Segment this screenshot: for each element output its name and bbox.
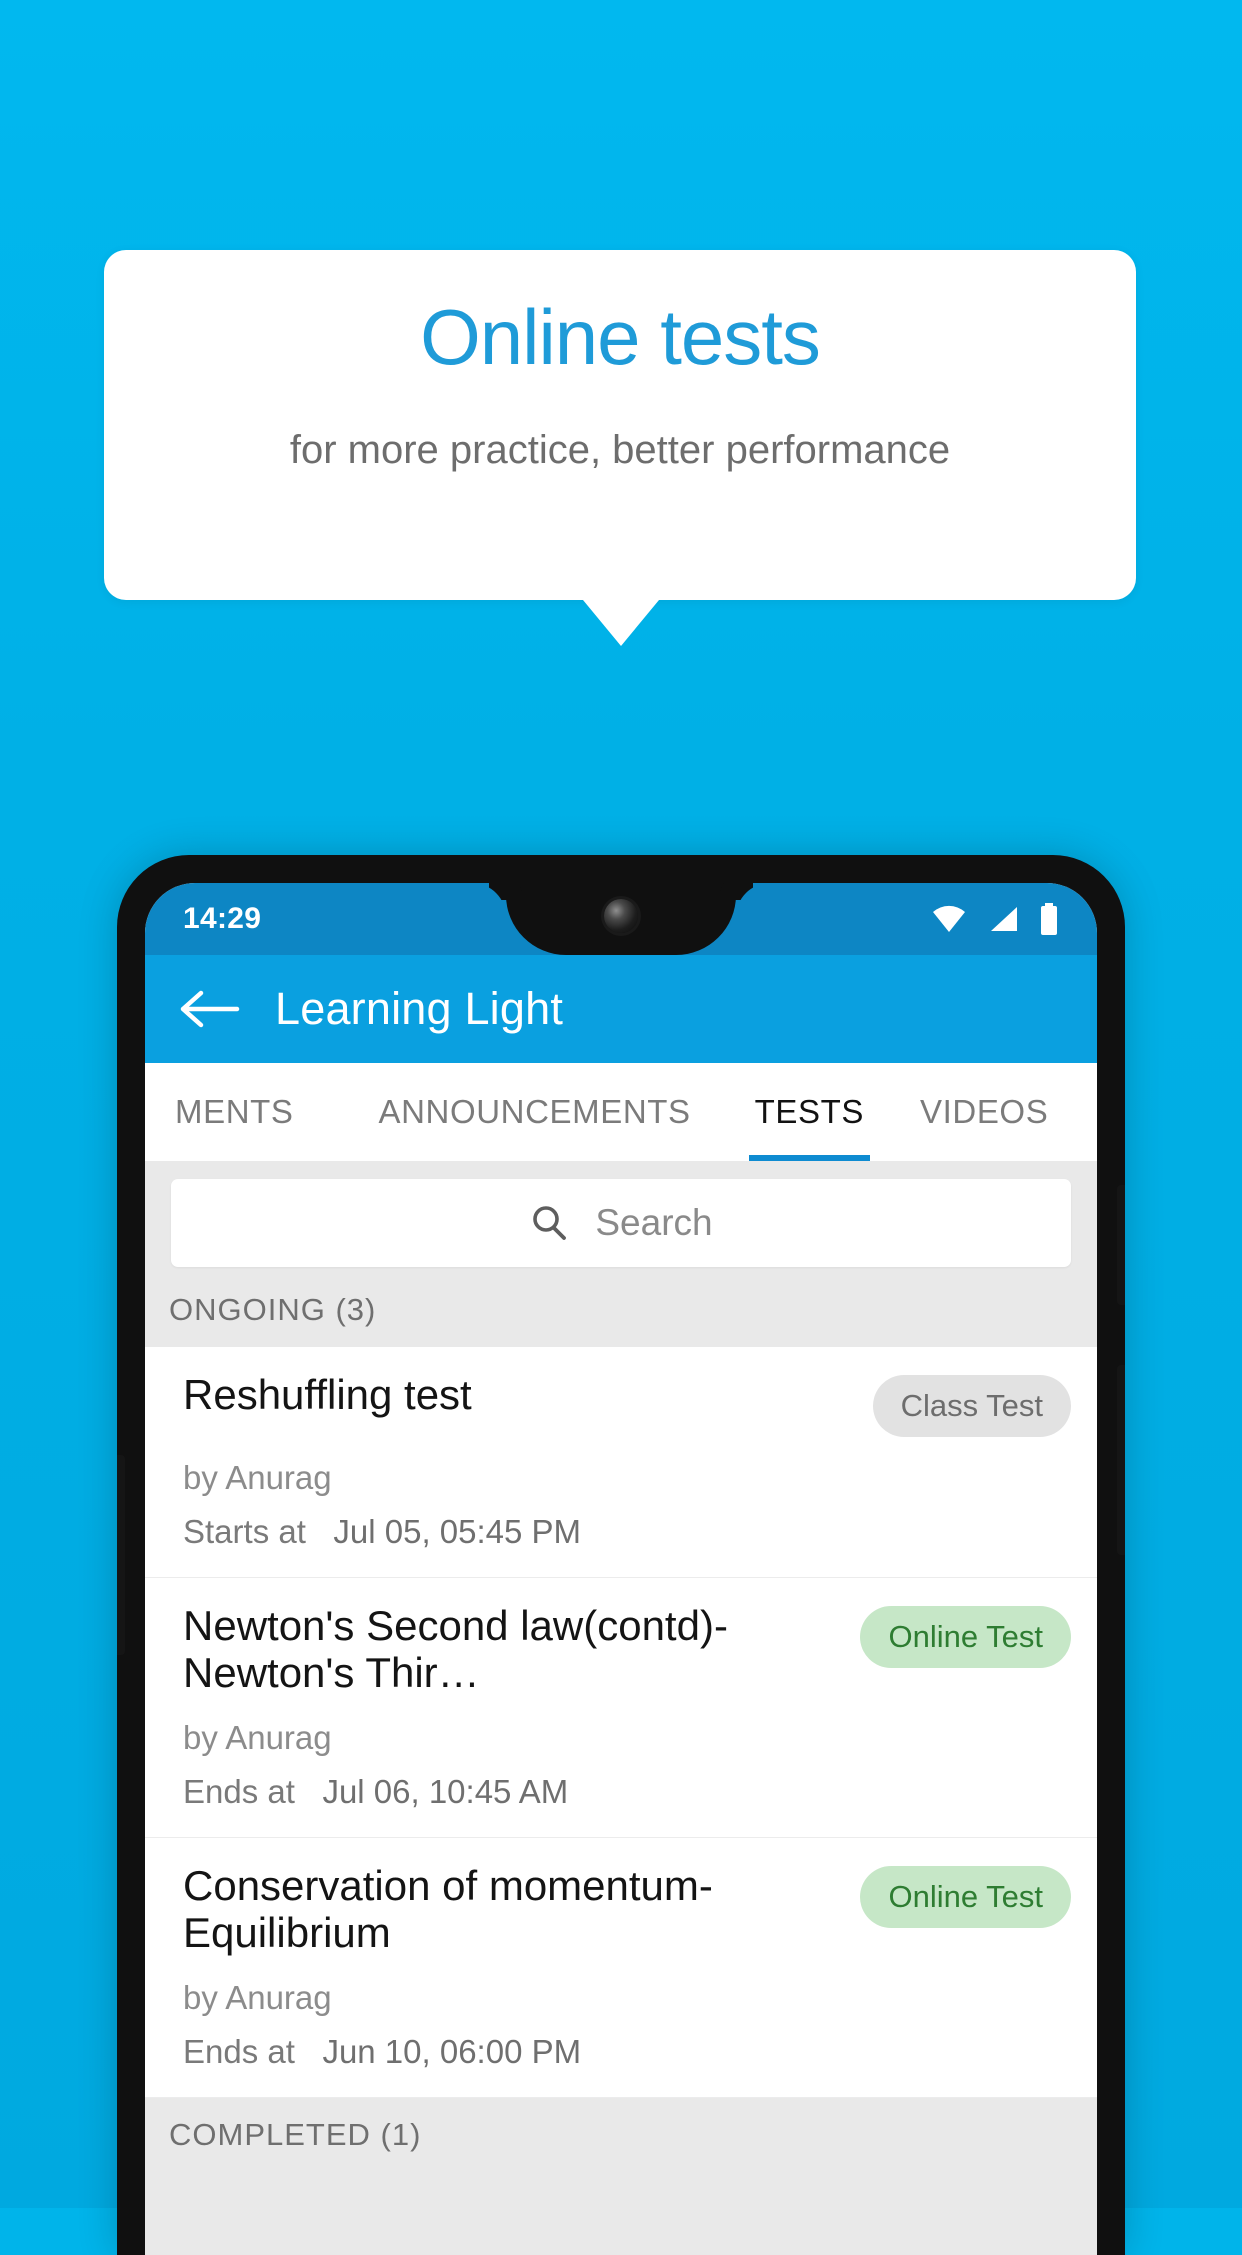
phone-side-button[interactable] — [117, 1455, 125, 1655]
front-camera-icon — [604, 899, 638, 933]
search-placeholder: Search — [595, 1202, 713, 1243]
promo-subtitle: for more practice, better performance — [289, 428, 951, 472]
search-input[interactable]: Search — [171, 1179, 1071, 1267]
test-time-value: Jul 06, 10:45 AM — [322, 1772, 569, 1810]
tab-videos[interactable]: VIDEOS — [920, 1063, 1048, 1161]
tab-assignments[interactable]: MENTS — [175, 1063, 294, 1161]
phone-volume-button[interactable] — [1117, 1185, 1125, 1305]
test-item-top-row: Conservation of momentum-Equilibrium Onl… — [183, 1862, 1071, 1957]
phone-power-button[interactable] — [1117, 1365, 1125, 1555]
section-header-completed: COMPLETED (1) — [145, 2097, 1097, 2172]
test-author: by Anurag — [183, 1718, 332, 1756]
promo-callout-bubble: Online tests for more practice, better p… — [104, 250, 1136, 600]
test-list-item[interactable]: Newton's Second law(contd)-Newton's Thir… — [145, 1578, 1097, 1838]
back-arrow-icon[interactable] — [177, 987, 241, 1031]
promo-callout-tail — [583, 600, 659, 646]
app-bar: Learning Light — [145, 955, 1097, 1063]
page-title: Learning Light — [275, 983, 564, 1034]
tab-announcements[interactable]: ANNOUNCEMENTS — [379, 1063, 691, 1161]
wifi-icon — [933, 905, 965, 932]
test-item-top-row: Reshuffling test Class Test — [183, 1371, 1071, 1437]
test-author: by Anurag — [183, 1978, 332, 2016]
tab-bar: MENTS ANNOUNCEMENTS TESTS VIDEOS — [145, 1063, 1097, 1161]
test-title: Newton's Second law(contd)-Newton's Thir… — [183, 1602, 728, 1697]
battery-icon — [1041, 903, 1057, 935]
test-time: Starts at Jul 05, 05:45 PM — [183, 1513, 1071, 1551]
test-time-value: Jul 05, 05:45 PM — [333, 1513, 582, 1550]
phone-screen: 14:29 Learning Light MENTS ANNOUNCEMENTS… — [145, 883, 1097, 2255]
status-badge: Class Test — [872, 1375, 1071, 1437]
test-item-top-row: Newton's Second law(contd)-Newton's Thir… — [183, 1602, 1071, 1697]
status-time: 14:29 — [183, 902, 262, 935]
status-badge: Online Test — [860, 1606, 1071, 1668]
tab-tests[interactable]: TESTS — [748, 1063, 871, 1161]
search-bar-container: Search — [145, 1161, 1097, 1273]
test-time-label: Ends at — [183, 2032, 295, 2070]
status-badge: Online Test — [860, 1865, 1071, 1928]
search-icon — [533, 1206, 567, 1240]
signal-icon — [991, 907, 1017, 931]
test-list-item[interactable]: Conservation of momentum-Equilibrium Onl… — [145, 1837, 1097, 2098]
tests-content: Search ONGOING (3) Reshuffling test Clas… — [145, 1161, 1097, 2255]
test-title: Reshuffling test — [183, 1371, 472, 1418]
test-time: Ends at Jun 10, 06:00 PM — [183, 2033, 1071, 2071]
test-time-label: Ends at — [183, 1772, 295, 1810]
section-header-ongoing: ONGOING (3) — [145, 1273, 1097, 1347]
test-time: Ends at Jul 06, 10:45 AM — [183, 1773, 1071, 1811]
promo-title: Online tests — [420, 293, 821, 381]
test-list-item[interactable]: Reshuffling test Class Test by Anurag St… — [145, 1347, 1097, 1578]
test-author: by Anurag — [183, 1459, 332, 1496]
status-icons — [931, 903, 1059, 935]
test-time-label: Starts at — [183, 1513, 306, 1550]
phone-frame: 14:29 Learning Light MENTS ANNOUNCEMENTS… — [117, 855, 1125, 2255]
test-title: Conservation of momentum-Equilibrium — [183, 1861, 713, 1957]
test-time-value: Jun 10, 06:00 PM — [322, 2032, 582, 2070]
